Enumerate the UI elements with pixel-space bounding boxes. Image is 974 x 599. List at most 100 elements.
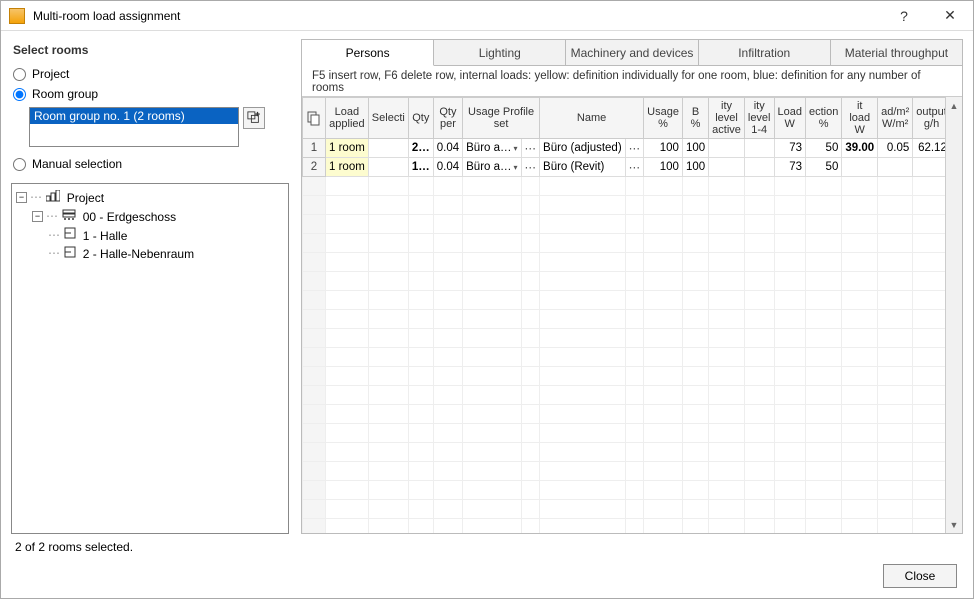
cell-load-w[interactable]: 73 xyxy=(774,139,805,158)
tree-room-label[interactable]: 1 - Halle xyxy=(83,228,128,242)
col-usage-profile[interactable]: Usage Profile set xyxy=(463,98,540,139)
col-b-pct[interactable]: B % xyxy=(682,98,708,139)
tab-lighting[interactable]: Lighting xyxy=(434,40,566,65)
cell-selection[interactable] xyxy=(368,139,408,158)
tab-persons[interactable]: Persons xyxy=(302,40,434,66)
empty-cell xyxy=(368,177,408,196)
radio-manual-selection-label[interactable]: Manual selection xyxy=(32,157,122,171)
cell-activity-active[interactable] xyxy=(709,158,745,177)
col-output-gh[interactable]: output g/h xyxy=(913,98,945,139)
cell-ection-pct[interactable]: 50 xyxy=(805,139,841,158)
cell-it-load-w[interactable] xyxy=(842,158,878,177)
ellipsis-button[interactable]: ⋯ xyxy=(629,160,641,174)
table-row xyxy=(303,405,946,424)
cell-load-applied[interactable]: 1 room xyxy=(326,139,369,158)
tree-room-label[interactable]: 2 - Halle-Nebenraum xyxy=(83,247,194,261)
room-group-edit-button[interactable] xyxy=(243,107,265,129)
radio-project[interactable] xyxy=(13,68,26,81)
vertical-scrollbar[interactable]: ▲ ▼ xyxy=(945,97,962,533)
cell-activity-active[interactable] xyxy=(709,139,745,158)
col-ection-pct[interactable]: ection % xyxy=(805,98,841,139)
col-ad-m2[interactable]: ad/m² W/m² xyxy=(878,98,913,139)
help-button[interactable]: ? xyxy=(881,1,927,30)
col-qty-per[interactable]: Qty per xyxy=(433,98,462,139)
cell-output-gh[interactable]: 62.12 xyxy=(913,139,945,158)
cell-b-pct[interactable]: 100 xyxy=(682,139,708,158)
tree-toggle-icon[interactable]: − xyxy=(16,192,27,203)
tab-material-throughput[interactable]: Material throughput xyxy=(831,40,962,65)
cell-usage-profile[interactable]: Büro a…▾ xyxy=(463,158,521,177)
empty-cell xyxy=(521,462,540,481)
tab-infiltration[interactable]: Infiltration xyxy=(699,40,831,65)
col-name[interactable]: Name xyxy=(540,98,644,139)
cell-usage-pct[interactable]: 100 xyxy=(644,158,683,177)
col-qty[interactable]: Qty xyxy=(408,98,433,139)
cell-usage-profile-more[interactable]: ⋯ xyxy=(521,158,540,177)
cell-usage-pct[interactable]: 100 xyxy=(644,139,683,158)
cell-ad-m2[interactable] xyxy=(878,158,913,177)
radio-room-group-label[interactable]: Room group xyxy=(32,87,98,101)
row-number[interactable]: 1 xyxy=(303,139,326,158)
cell-name-more[interactable]: ⋯ xyxy=(625,139,644,158)
cell-usage-profile[interactable]: Büro a…▾ xyxy=(463,139,521,158)
cell-ection-pct[interactable]: 50 xyxy=(805,158,841,177)
cell-activity-14[interactable] xyxy=(744,158,774,177)
tree-floor-label[interactable]: 00 - Erdgeschoss xyxy=(83,210,176,224)
room-group-item[interactable]: Room group no. 1 (2 rooms) xyxy=(30,108,238,124)
tree-root-label[interactable]: Project xyxy=(67,191,104,205)
ellipsis-button[interactable]: ⋯ xyxy=(525,141,537,155)
close-window-button[interactable]: ✕ xyxy=(927,1,973,30)
col-activity-active[interactable]: ity level active xyxy=(709,98,745,139)
radio-project-label[interactable]: Project xyxy=(32,67,69,81)
cell-load-applied[interactable]: 1 room xyxy=(326,158,369,177)
cell-it-load-w[interactable]: 39.00 xyxy=(842,139,878,158)
cell-name[interactable]: Büro (Revit) xyxy=(540,158,626,177)
cell-name[interactable]: Büro (adjusted) xyxy=(540,139,626,158)
empty-cell xyxy=(463,291,521,310)
grid-scroll-area[interactable]: Load applied Selecti Qty Qty per Usage P… xyxy=(302,97,945,533)
radio-manual-selection[interactable] xyxy=(13,158,26,171)
project-tree[interactable]: −⋯ Project −⋯ xyxy=(11,183,289,534)
empty-cell xyxy=(463,215,521,234)
cell-activity-14[interactable] xyxy=(744,139,774,158)
tab-machinery[interactable]: Machinery and devices xyxy=(566,40,698,65)
cell-qty-per[interactable]: 0.04 xyxy=(433,139,462,158)
empty-cell xyxy=(682,424,708,443)
cell-qty-per[interactable]: 0.04 xyxy=(433,158,462,177)
empty-cell xyxy=(303,329,326,348)
cell-qty[interactable]: 1… xyxy=(408,158,433,177)
table-row[interactable]: 11 room2…0.04Büro a…▾⋯Büro (adjusted)⋯10… xyxy=(303,139,946,158)
close-button[interactable]: Close xyxy=(883,564,957,588)
cell-load-w[interactable]: 73 xyxy=(774,158,805,177)
empty-cell xyxy=(709,386,745,405)
col-load-w[interactable]: Load W xyxy=(774,98,805,139)
col-usage-pct[interactable]: Usage % xyxy=(644,98,683,139)
cell-name-more[interactable]: ⋯ xyxy=(625,158,644,177)
empty-cell xyxy=(644,329,683,348)
empty-cell xyxy=(774,196,805,215)
cell-qty[interactable]: 2… xyxy=(408,139,433,158)
dropdown-arrow-icon[interactable]: ▾ xyxy=(512,163,518,172)
room-icon xyxy=(64,226,76,244)
cell-usage-profile-more[interactable]: ⋯ xyxy=(521,139,540,158)
col-load-applied[interactable]: Load applied xyxy=(326,98,369,139)
room-group-listbox[interactable]: Room group no. 1 (2 rooms) xyxy=(29,107,239,147)
ellipsis-button[interactable]: ⋯ xyxy=(525,160,537,174)
cell-output-gh[interactable] xyxy=(913,158,945,177)
empty-cell xyxy=(625,424,644,443)
radio-room-group[interactable] xyxy=(13,88,26,101)
grid-corner-button[interactable] xyxy=(303,98,326,139)
cell-ad-m2[interactable]: 0.05 xyxy=(878,139,913,158)
cell-b-pct[interactable]: 100 xyxy=(682,158,708,177)
scroll-up-arrow-icon[interactable]: ▲ xyxy=(946,97,962,114)
cell-selection[interactable] xyxy=(368,158,408,177)
dropdown-arrow-icon[interactable]: ▾ xyxy=(512,144,518,153)
col-activity-14[interactable]: ity level 1-4 xyxy=(744,98,774,139)
ellipsis-button[interactable]: ⋯ xyxy=(629,141,641,155)
col-selection[interactable]: Selecti xyxy=(368,98,408,139)
col-it-load-w[interactable]: it load W xyxy=(842,98,878,139)
table-row[interactable]: 21 room1…0.04Büro a…▾⋯Büro (Revit)⋯10010… xyxy=(303,158,946,177)
row-number[interactable]: 2 xyxy=(303,158,326,177)
scroll-down-arrow-icon[interactable]: ▼ xyxy=(946,516,962,533)
tree-toggle-icon[interactable]: − xyxy=(32,211,43,222)
